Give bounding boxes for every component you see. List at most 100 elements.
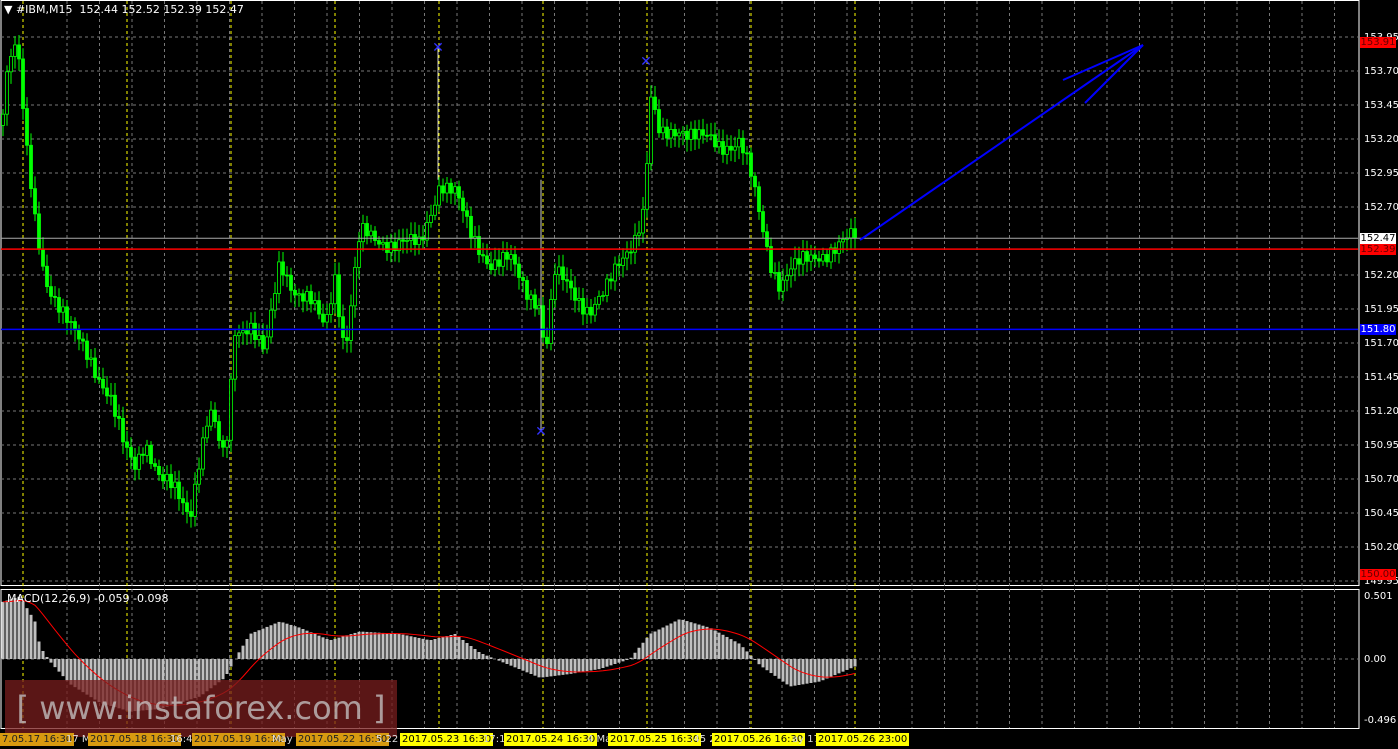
macd-scale-label: -0.496 bbox=[1364, 715, 1397, 726]
candle bbox=[309, 291, 313, 305]
candle bbox=[749, 152, 753, 177]
macd-bar bbox=[41, 651, 45, 659]
price-label: 151.95 bbox=[1364, 304, 1398, 315]
candle bbox=[645, 163, 649, 210]
candle bbox=[81, 338, 85, 342]
candle bbox=[265, 336, 269, 350]
candle bbox=[589, 306, 593, 316]
macd-bar bbox=[753, 659, 757, 660]
price-label: 150.20 bbox=[1364, 542, 1398, 553]
collapse-icon[interactable]: ▼ bbox=[4, 3, 16, 16]
time-axis[interactable]: 7.05.17 16:30 17 M 2017.05.18 16:30 16:45 20… bbox=[0, 731, 1360, 749]
candle bbox=[109, 394, 113, 397]
candle bbox=[513, 254, 517, 265]
macd-bar bbox=[285, 623, 289, 659]
macd-bar bbox=[273, 623, 277, 659]
macd-bar bbox=[665, 625, 669, 659]
candle bbox=[57, 297, 61, 313]
macd-bar bbox=[9, 599, 13, 659]
candle bbox=[757, 186, 761, 212]
macd-bar bbox=[661, 627, 665, 659]
candle bbox=[665, 126, 669, 139]
candle bbox=[793, 258, 797, 270]
macd-bar bbox=[713, 630, 717, 659]
macd-bar bbox=[385, 633, 389, 659]
macd-bar bbox=[729, 639, 733, 659]
macd-bar bbox=[421, 638, 425, 659]
candle bbox=[741, 137, 745, 154]
candle bbox=[137, 453, 141, 470]
macd-bar bbox=[521, 659, 525, 671]
macd-bar bbox=[793, 659, 797, 686]
candle bbox=[461, 197, 465, 212]
macd-bar bbox=[681, 619, 685, 659]
candle bbox=[541, 305, 545, 338]
candle bbox=[153, 463, 157, 467]
candle bbox=[257, 335, 261, 340]
candle bbox=[21, 58, 25, 109]
macd-bar bbox=[29, 614, 33, 659]
candle bbox=[53, 295, 57, 298]
macd-bar bbox=[761, 659, 765, 668]
candle bbox=[121, 417, 125, 443]
macd-bar bbox=[249, 633, 253, 659]
forecast-arrow bbox=[859, 44, 1144, 241]
macd-bar bbox=[237, 652, 241, 659]
candle bbox=[505, 252, 509, 260]
macd-bar bbox=[17, 596, 21, 659]
candle bbox=[225, 439, 229, 448]
candle bbox=[769, 246, 773, 274]
candle bbox=[293, 289, 297, 296]
candle bbox=[261, 335, 265, 350]
candle bbox=[365, 223, 369, 237]
candle bbox=[181, 498, 185, 504]
time-label: 2017.05.24 16:30 bbox=[504, 733, 598, 746]
candle bbox=[277, 261, 281, 294]
candle bbox=[269, 309, 273, 338]
macd-bar bbox=[49, 659, 53, 663]
candle bbox=[69, 321, 73, 323]
price-label: 153.20 bbox=[1364, 134, 1398, 145]
candle bbox=[529, 294, 533, 300]
macd-bar bbox=[417, 637, 421, 659]
macd-bar bbox=[745, 651, 749, 659]
candle bbox=[685, 130, 689, 140]
price-chart[interactable]: ✕ ✕ ✕ bbox=[0, 0, 1398, 749]
candle bbox=[405, 239, 409, 242]
candle bbox=[565, 279, 569, 282]
candle bbox=[13, 44, 17, 57]
candle bbox=[41, 248, 45, 267]
candle bbox=[485, 255, 489, 265]
candle bbox=[581, 298, 585, 315]
macd-scale-label: 0.501 bbox=[1364, 591, 1393, 602]
macd-bar bbox=[633, 652, 637, 659]
macd-bar bbox=[453, 634, 457, 659]
candle bbox=[629, 251, 633, 254]
candle bbox=[545, 336, 549, 345]
candle bbox=[653, 96, 657, 110]
candle bbox=[517, 263, 521, 278]
macd-bar bbox=[217, 659, 221, 683]
macd-bar bbox=[773, 659, 777, 676]
macd-bar bbox=[621, 659, 625, 662]
candle bbox=[437, 185, 441, 206]
macd-bar bbox=[309, 632, 313, 659]
macd-bar bbox=[825, 659, 829, 679]
macd-bar bbox=[765, 659, 769, 671]
macd-bar bbox=[653, 631, 657, 659]
macd-bar bbox=[345, 635, 349, 659]
macd-bar bbox=[461, 640, 465, 659]
macd-bar bbox=[693, 623, 697, 659]
candle bbox=[229, 378, 233, 441]
candle bbox=[205, 425, 209, 439]
candle bbox=[849, 228, 853, 239]
time-label: 5 22 bbox=[376, 734, 399, 745]
candle bbox=[253, 322, 257, 340]
macd-bar bbox=[61, 659, 65, 677]
candle bbox=[289, 275, 293, 291]
candle bbox=[117, 416, 121, 419]
macd-bar bbox=[313, 634, 317, 659]
macd-bar bbox=[709, 628, 713, 659]
fractal-marker-icon: ✕ bbox=[640, 54, 652, 70]
macd-bar bbox=[305, 630, 309, 659]
